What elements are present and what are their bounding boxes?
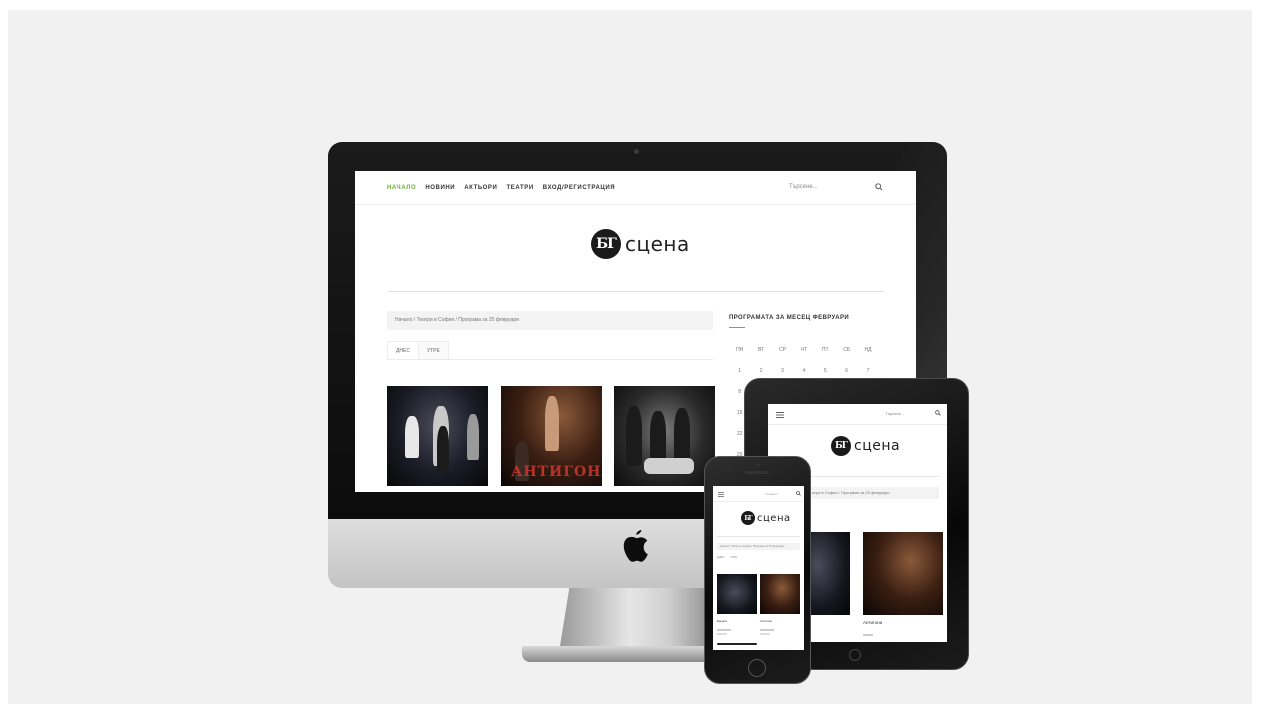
performance-title[interactable]: Антигона [760, 619, 772, 623]
main-nav: НАЧАЛО НОВИНИ АКТЬОРИ ТЕАТРИ ВХОД/РЕГИСТ… [387, 185, 615, 191]
calendar-day[interactable]: 5 [815, 368, 836, 374]
tab-tomorrow[interactable]: УТРЕ [418, 341, 449, 360]
calendar-day[interactable]: 1 [729, 368, 750, 374]
menu-icon[interactable] [776, 412, 784, 418]
header-divider [387, 291, 885, 292]
logo-text: сцена [757, 512, 791, 524]
search-input[interactable]: Търсене... [765, 492, 779, 496]
performance-meta [717, 629, 731, 631]
iphone-device: Търсене... БГ сцена Начало / Театри в Со… [704, 456, 811, 684]
figure-shape [626, 406, 642, 466]
calendar-day[interactable]: 7 [857, 368, 878, 374]
nav-item-home[interactable]: НАЧАЛО [387, 185, 416, 191]
logo-text: сцена [854, 438, 901, 454]
weekday: ПТ [821, 346, 829, 353]
logo-mark: БГ [741, 511, 755, 525]
nav-divider [355, 204, 916, 205]
figure-shape [467, 414, 479, 460]
calendar-day[interactable]: 3 [772, 368, 793, 374]
weekday: СБ [843, 346, 851, 353]
poster-title: АНТИГОНА [511, 464, 602, 480]
search-icon[interactable] [875, 183, 883, 191]
weekday: ЧТ [800, 346, 808, 353]
performance-title[interactable]: Бащата [717, 619, 727, 623]
weekday: СР [779, 346, 786, 353]
performance-meta [760, 629, 774, 631]
nav-item-login[interactable]: ВХОД/РЕГИСТРАЦИЯ [543, 185, 615, 191]
imac-camera [634, 149, 639, 154]
imac-stand-neck [560, 588, 715, 646]
performance-thumbnail[interactable]: АНТИГОНА [501, 386, 602, 486]
site-logo[interactable]: БГ сцена [741, 511, 791, 525]
header-divider [717, 536, 800, 537]
breadcrumb[interactable]: Начало / Театри в София / Програма за 25… [387, 311, 713, 330]
weekday: НД [864, 346, 872, 353]
logo-text: сцена [625, 232, 690, 256]
breadcrumb[interactable]: Начало / Театри в София / Програма за 25… [717, 543, 800, 550]
performance-title[interactable]: Антигона [863, 620, 882, 625]
day-tabs: ДНЕС УТРЕ [717, 556, 737, 559]
calendar-day[interactable]: 2 [750, 368, 771, 374]
calendar-day[interactable]: 6 [836, 368, 857, 374]
tab-tomorrow[interactable]: УТРЕ [730, 556, 737, 559]
apple-logo-icon [623, 530, 648, 562]
site-logo[interactable]: БГ сцена [831, 436, 900, 456]
calendar-title-underline [729, 327, 745, 328]
figure-shape [437, 426, 449, 471]
scroll-indicator [717, 643, 757, 645]
menu-icon[interactable] [718, 492, 724, 497]
site-logo[interactable]: БГ сцена [591, 229, 690, 259]
performance-thumbnail[interactable] [387, 386, 488, 486]
nav-divider [713, 501, 804, 502]
performance-thumbnail[interactable] [614, 386, 715, 486]
calendar-title: ПРОГРАМАТА ЗА МЕСЕЦ ФЕВРУАРИ [729, 315, 850, 321]
tabs-divider [387, 359, 713, 360]
iphone-home-button [748, 659, 766, 677]
nav-divider [768, 424, 947, 425]
performance-meta [717, 633, 727, 635]
iphone-speaker [745, 471, 769, 474]
tab-today[interactable]: ДНЕС [717, 556, 724, 559]
nav-item-actors[interactable]: АКТЬОРИ [464, 185, 497, 191]
search-input[interactable]: Търсене... [885, 411, 904, 416]
performance-meta [863, 634, 873, 636]
calendar-weekdays: ПН ВТ СР ЧТ ПТ СБ НД [729, 339, 879, 360]
nav-item-theatres[interactable]: ТЕАТРИ [506, 185, 533, 191]
weekday: ВТ [758, 346, 765, 353]
performance-thumbnail[interactable] [863, 532, 943, 615]
weekday: ПН [736, 346, 744, 353]
iphone-camera [757, 463, 760, 466]
calendar-day[interactable]: 4 [793, 368, 814, 374]
figure-shape [644, 458, 694, 474]
day-tabs: ДНЕС УТРЕ [387, 341, 449, 360]
figure-shape [545, 396, 559, 451]
logo-mark: БГ [591, 229, 621, 259]
search-icon[interactable] [935, 410, 941, 416]
search-icon[interactable] [796, 491, 801, 496]
performance-thumbnail[interactable] [760, 574, 800, 614]
tab-today[interactable]: ДНЕС [387, 341, 419, 360]
figure-shape [405, 416, 419, 458]
search-input[interactable]: Търсене... [789, 184, 818, 190]
performance-meta [760, 633, 770, 635]
nav-item-news[interactable]: НОВИНИ [425, 185, 455, 191]
ipad-home-button [849, 649, 861, 661]
mobile-site-screen: Търсене... БГ сцена Начало / Театри в Со… [713, 486, 804, 650]
logo-mark: БГ [831, 436, 851, 456]
performance-thumbnail[interactable] [717, 574, 757, 614]
